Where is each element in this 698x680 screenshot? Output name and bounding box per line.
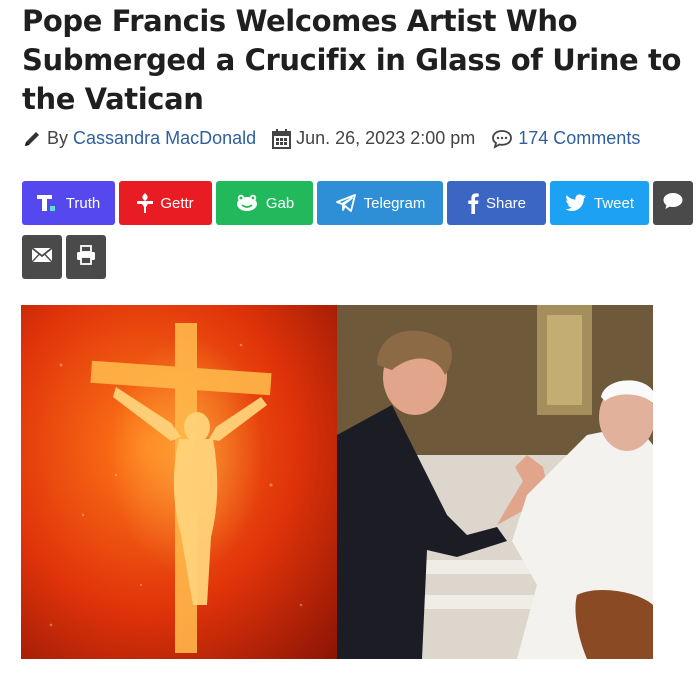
print-icon xyxy=(76,244,96,270)
crucifix-figure xyxy=(49,323,303,653)
share-twitter-button[interactable]: Tweet xyxy=(550,181,649,225)
share-telegram-label: Telegram xyxy=(363,194,426,212)
facebook-icon xyxy=(467,192,479,214)
share-truth-label: Truth xyxy=(65,194,101,212)
article-image[interactable] xyxy=(21,305,653,659)
author-link[interactable]: Cassandra MacDonald xyxy=(73,128,256,149)
by-label: By xyxy=(47,128,69,148)
crucifix-image-panel xyxy=(21,305,337,659)
calendar-icon xyxy=(272,128,292,149)
twitter-icon xyxy=(565,194,587,212)
article-title: Pope Francis Welcomes Artist Who Submerg… xyxy=(22,4,681,116)
telegram-icon xyxy=(335,193,357,213)
email-icon xyxy=(31,246,53,267)
pope-handshake-figure xyxy=(337,305,653,659)
article-meta: By Cassandra MacDonald Jun. 26, 2023 2:0… xyxy=(22,128,687,149)
pencil-icon xyxy=(22,129,42,149)
publish-date: Jun. 26, 2023 2:00 pm xyxy=(296,128,476,148)
share-gettr-label: Gettr xyxy=(160,194,194,212)
print-button[interactable] xyxy=(66,235,106,279)
share-truth-button[interactable]: Truth xyxy=(22,181,115,225)
pope-handshake-image-panel xyxy=(337,305,653,659)
share-gab-button[interactable]: Gab xyxy=(216,181,313,225)
share-facebook-label: Share xyxy=(485,194,527,212)
comment-bubble-icon xyxy=(662,191,684,216)
gettr-icon xyxy=(137,192,154,214)
email-share-button[interactable] xyxy=(22,235,62,279)
gab-icon xyxy=(235,194,259,212)
share-twitter-label: Tweet xyxy=(593,194,635,212)
share-telegram-button[interactable]: Telegram xyxy=(317,181,443,225)
truth-social-icon xyxy=(36,194,59,212)
share-gettr-button[interactable]: Gettr xyxy=(119,181,212,225)
share-facebook-button[interactable]: Share xyxy=(447,181,546,225)
extra-share-buttons xyxy=(22,235,106,279)
comments-icon xyxy=(491,129,513,149)
comment-share-button[interactable] xyxy=(653,181,693,225)
share-buttons: Truth Gettr Gab Telegram Share Tweet xyxy=(22,181,693,225)
comments-link[interactable]: 174 Comments xyxy=(518,128,640,149)
share-gab-label: Gab xyxy=(265,194,295,212)
